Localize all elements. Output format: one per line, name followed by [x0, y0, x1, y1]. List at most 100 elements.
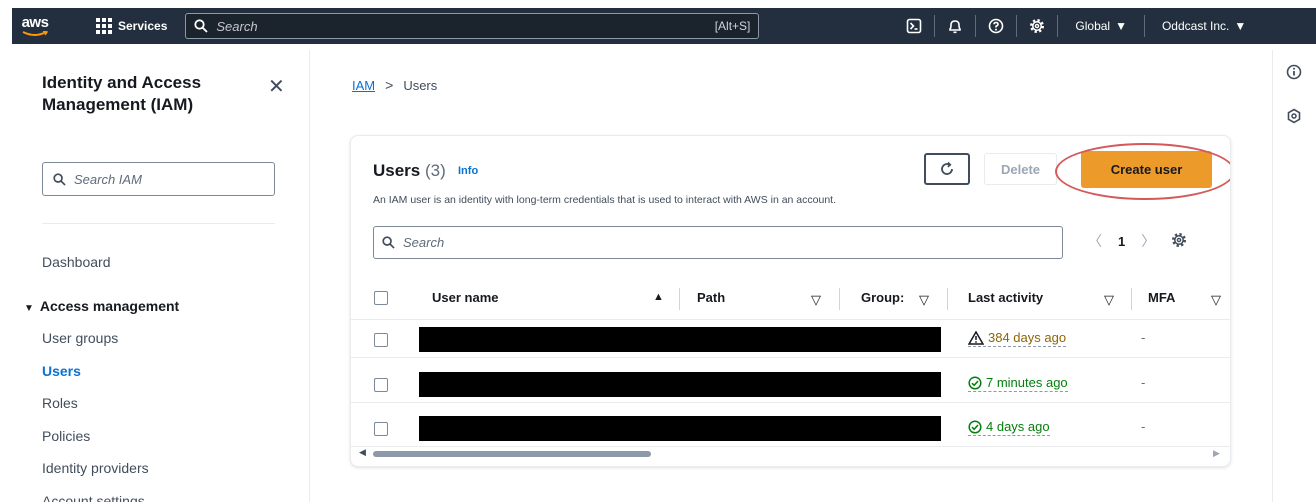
row-checkbox[interactable] — [374, 378, 388, 392]
sort-icon[interactable]: ▽ — [1104, 292, 1114, 308]
user-count: (3) — [425, 161, 446, 180]
sidebar-item-policies[interactable]: Policies — [42, 428, 149, 461]
refresh-button[interactable] — [924, 153, 970, 185]
column-label: Group: — [861, 290, 905, 305]
mfa-value: - — [1141, 375, 1146, 390]
search-shortcut: [Alt+S] — [714, 19, 751, 33]
scrollbar-thumb[interactable] — [373, 451, 651, 457]
sidebar-item-roles[interactable]: Roles — [42, 395, 149, 428]
help-button[interactable] — [981, 8, 1011, 44]
nav-icons: Global ▼ Oddcast Inc. ▼ — [899, 8, 1258, 44]
aws-logo[interactable]: aws — [12, 8, 58, 44]
prev-page-icon[interactable]: 〈 — [1088, 231, 1102, 251]
success-icon — [968, 419, 982, 434]
users-panel: Users (3) Info An IAM user is an identit… — [350, 135, 1231, 467]
row-checkbox[interactable] — [374, 333, 388, 347]
account-label: Oddcast Inc. — [1161, 19, 1230, 33]
info-panel-button[interactable] — [1284, 62, 1304, 82]
grid-icon — [96, 18, 112, 34]
breadcrumb-current: Users — [403, 77, 438, 93]
sort-icon[interactable]: ▽ — [811, 292, 821, 308]
close-icon[interactable]: ✕ — [268, 74, 285, 99]
services-label: Services — [118, 19, 168, 33]
panel-title-text: Users — [373, 161, 421, 180]
column-resizer[interactable] — [679, 288, 680, 310]
users-search-input[interactable]: Search — [373, 226, 1063, 259]
pagination: 〈 1 〉 — [1088, 231, 1187, 251]
row-checkbox[interactable] — [374, 422, 388, 436]
right-rail — [1272, 50, 1316, 502]
sort-ascending-icon[interactable]: ▲ — [653, 291, 664, 303]
mfa-value: - — [1141, 330, 1146, 345]
cloudshell-icon — [907, 18, 922, 34]
sort-icon[interactable]: ▽ — [919, 292, 929, 308]
tutorials-button[interactable] — [1284, 106, 1304, 126]
horizontal-scrollbar[interactable]: ◀ ▶ — [351, 447, 1230, 461]
last-activity-text: 4 days ago — [986, 419, 1050, 434]
bell-icon — [949, 20, 962, 34]
help-icon — [989, 18, 1004, 34]
aws-logo-text: aws — [21, 13, 49, 31]
search-icon — [194, 19, 209, 33]
region-selector[interactable]: Global ▼ — [1063, 19, 1139, 33]
sidebar-search-placeholder: Search IAM — [74, 171, 142, 187]
success-icon — [968, 375, 982, 390]
column-resizer[interactable] — [839, 288, 840, 310]
column-resizer[interactable] — [947, 288, 948, 310]
column-mfa[interactable]: MFA — [1148, 290, 1175, 305]
breadcrumb-separator: > — [385, 77, 394, 93]
search-icon — [53, 172, 66, 186]
table-settings-icon[interactable] — [1171, 232, 1187, 251]
info-link[interactable]: Info — [458, 165, 478, 177]
table-row[interactable]: 384 days ago - — [351, 321, 1230, 358]
last-activity-text: 384 days ago — [988, 330, 1067, 345]
column-label: Last activity — [968, 290, 1044, 305]
nav-divider — [1057, 15, 1059, 37]
sidebar-section-access-management[interactable]: ▼ Access management — [24, 298, 179, 314]
column-groups[interactable]: Group: — [861, 290, 904, 305]
redacted-user-info — [419, 327, 941, 352]
caret-down-icon: ▼ — [24, 303, 34, 314]
nav-divider — [934, 15, 936, 37]
global-search-input[interactable]: Search [Alt+S] — [185, 13, 760, 39]
next-page-icon[interactable]: 〉 — [1141, 231, 1155, 251]
account-menu[interactable]: Oddcast Inc. ▼ — [1150, 19, 1258, 33]
sidebar-search-input[interactable]: Search IAM — [42, 162, 275, 196]
notifications-button[interactable] — [940, 8, 970, 44]
section-label: Access management — [39, 298, 180, 314]
last-activity-value: 7 minutes ago — [968, 375, 1068, 392]
sort-icon[interactable]: ▽ — [1211, 292, 1221, 308]
cloudshell-button[interactable] — [899, 8, 929, 44]
sidebar-items: User groups Users Roles Policies Identit… — [42, 330, 149, 502]
refresh-icon — [941, 161, 953, 175]
sidebar: Identity and Access Management (IAM) ✕ S… — [0, 50, 310, 502]
column-path[interactable]: Path — [697, 290, 725, 305]
panel-description: An IAM user is an identity with long-ter… — [373, 194, 836, 206]
column-resizer[interactable] — [1131, 288, 1132, 310]
sidebar-item-identity-providers[interactable]: Identity providers — [42, 460, 149, 493]
scroll-left-icon[interactable]: ◀ — [359, 447, 366, 458]
scroll-right-icon[interactable]: ▶ — [1213, 448, 1220, 459]
settings-button[interactable] — [1022, 8, 1052, 44]
page-number[interactable]: 1 — [1118, 234, 1125, 249]
sidebar-item-user-groups[interactable]: User groups — [42, 330, 149, 363]
search-icon — [382, 236, 395, 249]
caret-down-icon: ▼ — [1115, 19, 1127, 33]
table-row[interactable]: 7 minutes ago - — [351, 366, 1230, 403]
delete-button[interactable]: Delete — [984, 153, 1057, 185]
breadcrumb-iam-link[interactable]: IAM — [352, 78, 375, 93]
sidebar-item-dashboard[interactable]: Dashboard — [42, 254, 111, 270]
caret-down-icon: ▼ — [1234, 19, 1247, 33]
sidebar-title: Identity and Access Management (IAM) — [42, 73, 202, 114]
services-button[interactable]: Services — [90, 13, 173, 39]
sidebar-item-users[interactable]: Users — [42, 363, 149, 396]
column-last-activity[interactable]: Last activity — [968, 290, 1043, 305]
column-label: MFA — [1148, 290, 1176, 305]
sidebar-divider — [42, 223, 275, 224]
highlight-annotation — [1055, 143, 1230, 200]
top-bar: aws Services Search [Alt+S] Global ▼ Odd… — [12, 8, 1316, 44]
select-all-checkbox[interactable] — [374, 291, 388, 305]
column-user-name[interactable]: User name — [432, 290, 498, 305]
sidebar-item-account-settings[interactable]: Account settings — [42, 493, 149, 502]
table-row[interactable]: 4 days ago - — [351, 410, 1230, 447]
